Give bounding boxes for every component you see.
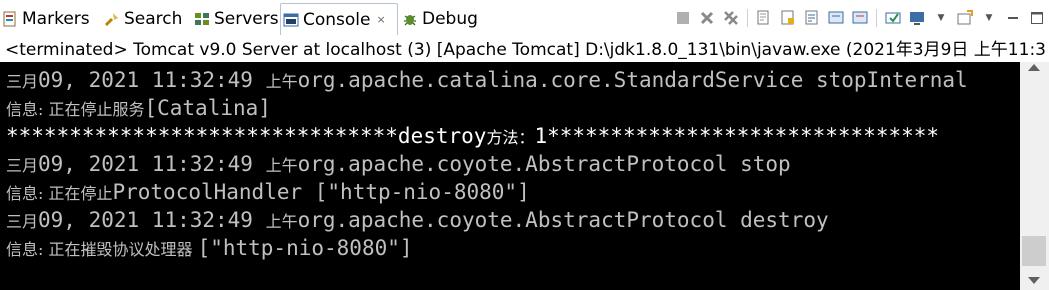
console-text-segment: 信息: 正在停止服务 (6, 100, 145, 119)
toolbar-separator (747, 9, 748, 27)
console-text-segment: org.apache.coyote.AbstractProtocol stop (297, 152, 791, 176)
console-icon (283, 12, 299, 28)
servers-icon (194, 11, 210, 27)
console-text-segment: 三月 (6, 72, 39, 91)
tab-label: Search (124, 9, 183, 29)
console-text-segment: ["http-nio-8080"] (197, 236, 413, 260)
remove-all-terminated-icon[interactable] (721, 8, 741, 28)
maximize-icon[interactable] (1027, 8, 1047, 28)
tab-search[interactable]: Search (104, 5, 182, 33)
tab-debug[interactable]: Debug (402, 5, 478, 33)
console-text-segment: 三月 (6, 212, 39, 231)
console-line: *******************************destroy方法… (6, 122, 939, 152)
console-text-segment: 上午 (265, 72, 298, 91)
console-line: 信息: 正在停止ProtocolHandler ["http-nio-8080"… (6, 178, 530, 208)
console-line: 三月09, 2021 11:32:49 上午org.apache.coyote.… (6, 206, 829, 236)
open-console-icon[interactable] (955, 8, 975, 28)
console-toolbar: ▼ ▼ (671, 4, 1049, 32)
tab-label: Debug (422, 9, 478, 29)
console-text-segment: *******************************destroy (6, 124, 487, 148)
minimize-icon[interactable] (1003, 8, 1023, 28)
close-icon[interactable]: × (377, 13, 386, 26)
show-on-stdout-icon[interactable] (826, 8, 846, 28)
scroll-down-icon[interactable] (1028, 277, 1040, 284)
console-text-segment: 1******************************* (534, 124, 940, 148)
console-text-segment: 信息: 正在摧毁协议处理器 (6, 240, 198, 259)
console-line: 三月09, 2021 11:32:49 上午org.apache.coyote.… (6, 150, 791, 180)
console-text-segment: 方法： (486, 128, 535, 147)
tab-markers[interactable]: Markers (2, 5, 90, 33)
console-text-segment: 09, 2021 11:32:49 (38, 152, 266, 176)
console-output[interactable]: 三月09, 2021 11:32:49 上午org.apache.catalin… (0, 62, 1020, 290)
word-wrap-icon[interactable] (802, 8, 822, 28)
console-line: 信息: 正在停止服务[Catalina] (6, 94, 271, 124)
tab-label: Servers (214, 9, 279, 29)
chevron-down-icon[interactable]: ▼ (931, 8, 951, 28)
markers-icon (2, 11, 18, 27)
console-text-segment: [Catalina] (144, 96, 271, 120)
vertical-scrollbar[interactable] (1020, 62, 1049, 290)
debug-icon (402, 11, 418, 27)
clear-console-icon[interactable] (754, 8, 774, 28)
pin-console-icon[interactable] (883, 8, 903, 28)
tab-label: Console (303, 9, 371, 30)
console-description: <terminated> Tomcat v9.0 Server at local… (0, 36, 1049, 64)
toolbar-separator (876, 9, 877, 27)
console-line: 信息: 正在摧毁协议处理器 ["http-nio-8080"] (6, 234, 413, 264)
console-text-segment: 上午 (265, 212, 298, 231)
view-tab-bar: Markers Search Servers Console × Debug ▼… (0, 0, 1049, 36)
scrollbar-thumb[interactable] (1022, 236, 1046, 266)
tab-servers[interactable]: Servers (194, 5, 279, 33)
console-text-segment: 三月 (6, 156, 39, 175)
scroll-up-icon[interactable] (1028, 64, 1040, 71)
console-text-segment: org.apache.catalina.core.StandardService… (297, 68, 968, 92)
display-selected-console-icon[interactable] (907, 8, 927, 28)
tab-label: Markers (22, 9, 90, 29)
show-on-stderr-icon[interactable] (850, 8, 870, 28)
chevron-down-icon[interactable]: ▼ (979, 8, 999, 28)
search-icon (104, 11, 120, 27)
console-text-segment: ProtocolHandler ["http-nio-8080"] (112, 180, 530, 204)
tab-console[interactable]: Console × (280, 3, 398, 35)
terminate-icon[interactable] (673, 8, 693, 28)
console-text-segment: 信息: 正在停止 (6, 184, 113, 203)
console-line: 三月09, 2021 11:32:49 上午org.apache.catalin… (6, 66, 968, 96)
remove-launch-icon[interactable] (697, 8, 717, 28)
console-text-segment: org.apache.coyote.AbstractProtocol destr… (297, 208, 829, 232)
console-text-segment: 上午 (265, 156, 298, 175)
scroll-lock-icon[interactable] (778, 8, 798, 28)
console-text-segment: 09, 2021 11:32:49 (38, 208, 266, 232)
console-text-segment: 09, 2021 11:32:49 (38, 68, 266, 92)
